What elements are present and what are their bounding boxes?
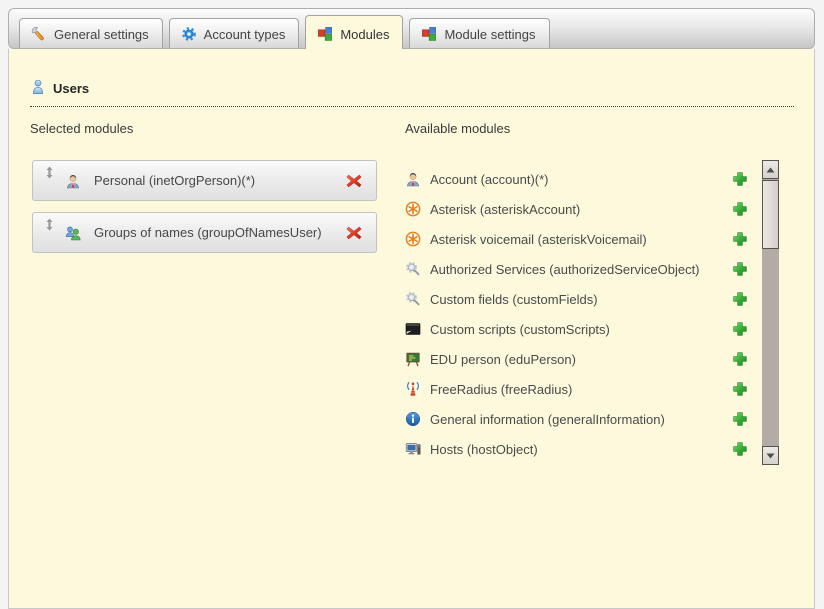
add-module-icon[interactable]	[732, 351, 748, 367]
add-module-icon[interactable]	[732, 411, 748, 427]
asterisk-icon	[405, 201, 421, 217]
tab-account-types[interactable]: Account types	[169, 18, 300, 48]
scroll-down-button[interactable]	[762, 446, 779, 465]
arrow-up-icon	[766, 167, 775, 173]
module-config-widget: General settings Account types Modul	[8, 8, 815, 608]
gear-search-icon	[405, 261, 421, 277]
scroll-up-button[interactable]	[762, 160, 779, 179]
radio-antenna-icon	[405, 381, 421, 397]
available-module-hosts: Hosts (hostObject)	[405, 434, 748, 464]
selected-modules-label: Selected modules	[30, 121, 133, 136]
available-modules-label: Available modules	[405, 121, 510, 136]
section-title: Users	[53, 81, 89, 96]
tab-general-settings[interactable]: General settings	[19, 18, 163, 48]
available-module-label: Custom fields (customFields)	[430, 292, 598, 307]
remove-module-icon[interactable]	[346, 173, 362, 189]
available-module-custom-fields: Custom fields (customFields)	[405, 284, 748, 314]
wrench-icon	[31, 26, 47, 42]
available-module-label: General information (generalInformation)	[430, 412, 665, 427]
tab-modules[interactable]: Modules	[305, 15, 403, 49]
person-icon	[405, 171, 421, 187]
selected-module-label: Personal (inetOrgPerson)(*)	[94, 173, 255, 188]
add-module-icon[interactable]	[732, 171, 748, 187]
tab-label: Modules	[340, 27, 389, 42]
available-module-freeradius: FreeRadius (freeRadius)	[405, 374, 748, 404]
selected-module-groups[interactable]: Groups of names (groupOfNamesUser)	[32, 212, 377, 253]
tab-label: General settings	[54, 27, 149, 42]
gear-icon	[181, 26, 197, 42]
add-module-icon[interactable]	[732, 381, 748, 397]
chalkboard-icon	[405, 351, 421, 367]
user-pawn-icon	[30, 79, 46, 98]
gear-search-icon	[405, 291, 421, 307]
tab-label: Account types	[204, 27, 286, 42]
user-group-icon	[65, 225, 81, 241]
available-module-asterisk: Asterisk (asteriskAccount)	[405, 194, 748, 224]
available-module-edu-person: EDU person (eduPerson)	[405, 344, 748, 374]
available-module-account: Account (account)(*)	[405, 164, 748, 194]
available-module-general-information: General information (generalInformation)	[405, 404, 748, 434]
selected-module-personal[interactable]: Personal (inetOrgPerson)(*)	[32, 160, 377, 201]
tab-module-settings[interactable]: Module settings	[409, 18, 549, 48]
available-module-label: FreeRadius (freeRadius)	[430, 382, 572, 397]
available-module-asterisk-voicemail: Asterisk voicemail (asteriskVoicemail)	[405, 224, 748, 254]
available-list-scrollbar[interactable]	[762, 160, 779, 465]
person-icon	[65, 173, 81, 189]
available-module-label: Custom scripts (customScripts)	[430, 322, 610, 337]
available-module-label: Hosts (hostObject)	[430, 442, 538, 457]
add-module-icon[interactable]	[732, 441, 748, 457]
available-module-authorized-services: Authorized Services (authorizedServiceOb…	[405, 254, 748, 284]
add-module-icon[interactable]	[732, 231, 748, 247]
available-module-label: Authorized Services (authorizedServiceOb…	[430, 262, 700, 277]
add-module-icon[interactable]	[732, 261, 748, 277]
drag-handle-icon[interactable]	[45, 166, 54, 184]
available-module-label: Asterisk (asteriskAccount)	[430, 202, 580, 217]
available-module-label: EDU person (eduPerson)	[430, 352, 576, 367]
info-icon	[405, 411, 421, 427]
selected-module-label: Groups of names (groupOfNamesUser)	[94, 225, 322, 240]
terminal-icon	[405, 321, 421, 337]
users-section-heading: Users	[30, 79, 794, 107]
scrollbar-thumb[interactable]	[762, 180, 779, 249]
available-module-label: Asterisk voicemail (asteriskVoicemail)	[430, 232, 647, 247]
add-module-icon[interactable]	[732, 321, 748, 337]
computer-icon	[405, 441, 421, 457]
add-module-icon[interactable]	[732, 291, 748, 307]
available-module-custom-scripts: Custom scripts (customScripts)	[405, 314, 748, 344]
arrow-down-icon	[766, 453, 775, 459]
remove-module-icon[interactable]	[346, 225, 362, 241]
tab-label: Module settings	[444, 27, 535, 42]
modules-cubes-icon	[317, 26, 333, 42]
available-module-label: Account (account)(*)	[430, 172, 549, 187]
modules-cubes-icon	[421, 26, 437, 42]
tab-bar: General settings Account types Modul	[8, 8, 815, 49]
modules-panel: Users Selected modules Available modules	[8, 49, 815, 609]
drag-handle-icon[interactable]	[45, 218, 54, 236]
asterisk-icon	[405, 231, 421, 247]
add-module-icon[interactable]	[732, 201, 748, 217]
